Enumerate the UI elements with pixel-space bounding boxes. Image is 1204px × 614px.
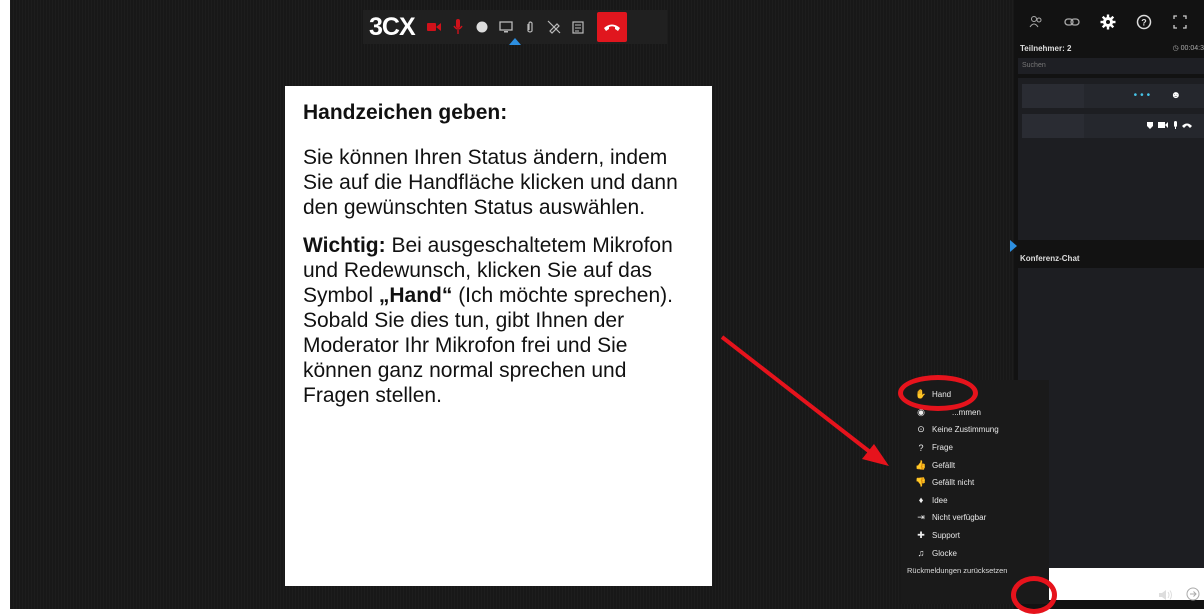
callout-paragraph-2: Wichtig: Bei ausgeschaltetem Mikrofon un… — [303, 233, 694, 408]
help-icon[interactable]: ? — [1128, 6, 1160, 38]
participant-name — [1022, 114, 1084, 138]
callout-important-label: Wichtig: — [303, 234, 386, 257]
leave-arrow-icon[interactable] — [1186, 587, 1200, 606]
pen-off-icon[interactable] — [543, 16, 565, 38]
side-panel-tabs: ? — [1014, 0, 1204, 44]
menu-item-label: Idee — [932, 495, 948, 505]
participants-count: Teilnehmer: 2 — [1020, 44, 1072, 53]
question-icon: ? — [918, 442, 924, 453]
volume-icon[interactable] — [1158, 588, 1174, 606]
menu-item-label: Rückmeldungen zurücksetzen — [907, 566, 1008, 576]
menu-item-label: Gefällt — [932, 460, 956, 470]
svg-text:?: ? — [1141, 18, 1147, 28]
more-icon[interactable]: ••• — [1134, 90, 1154, 101]
microphone-icon[interactable] — [447, 16, 469, 38]
attach-icon[interactable] — [519, 16, 541, 38]
participant-search-input[interactable]: Suchen — [1018, 58, 1204, 74]
callout-heading: Handzeichen geben: — [303, 101, 508, 124]
thumbs-up-icon: 👍 — [915, 459, 927, 470]
instruction-callout: Handzeichen geben: Sie können Ihren Stat… — [285, 86, 712, 586]
3cx-logo: 3CX — [369, 12, 416, 41]
menu-item-dislike[interactable]: 👎 Gefällt nicht — [901, 474, 1049, 492]
menu-item-support[interactable]: ✚ Support — [901, 527, 1049, 545]
support-icon: ✚ — [917, 530, 925, 541]
bulb-icon: ♦ — [918, 495, 924, 506]
feedback-menu: ✋ Hand ◉ ...mmen ⊙ Keine Zustimmung ? Frage … — [901, 380, 1049, 604]
highlight-ring-menu-hand — [898, 375, 978, 411]
callout-paragraph-1: Sie können Ihren Status ändern, indem Si… — [303, 146, 678, 219]
moderator-icon — [1147, 122, 1153, 129]
bell-icon: ♫ — [917, 548, 925, 559]
fullscreen-icon[interactable] — [1164, 6, 1196, 38]
menu-item-label: Glocke — [932, 548, 957, 558]
menu-item-no-agree[interactable]: ⊙ Keine Zustimmung — [901, 421, 1049, 439]
record-icon[interactable] — [471, 16, 493, 38]
menu-item-question[interactable]: ? Frage — [901, 439, 1049, 457]
participant-status-icons: ••• ☻ — [1134, 90, 1184, 101]
away-icon: ⇥ — [917, 512, 925, 523]
no-agree-icon: ⊙ — [917, 424, 925, 435]
highlight-ring-hand-button — [1011, 576, 1057, 614]
gear-icon[interactable] — [1092, 6, 1124, 38]
conference-timer: ◷ 00:04:3 — [1172, 45, 1204, 52]
menu-item-label: Keine Zustimmung — [932, 425, 999, 435]
thumbs-down-icon: 👎 — [915, 477, 927, 488]
menu-item-like[interactable]: 👍 Gefällt — [901, 456, 1049, 474]
toolbar-pointer — [509, 38, 521, 45]
menu-item-bell[interactable]: ♫ Glocke — [901, 544, 1049, 562]
chat-header: Konferenz-Chat — [1020, 254, 1080, 263]
participant-name — [1022, 84, 1084, 108]
participant-list: ••• ☻ — [1018, 78, 1204, 240]
hangup-button[interactable] — [596, 12, 627, 42]
menu-item-label: Support — [932, 531, 961, 541]
participant-row[interactable]: ••• ☻ — [1022, 84, 1204, 108]
participants-header: Teilnehmer: 2 ◷ 00:04:3 — [1014, 44, 1204, 58]
menu-item-label: Frage — [932, 443, 953, 453]
link-tab-icon[interactable] — [1056, 6, 1088, 38]
menu-item-idea[interactable]: ♦ Idee — [901, 492, 1049, 510]
person-icon: ☻ — [1170, 90, 1184, 101]
panel-splitter-handle[interactable] — [1010, 240, 1017, 252]
timer-value: 00:04:3 — [1180, 45, 1204, 52]
participant-status-icons — [1146, 120, 1196, 133]
menu-item-label: Nicht verfügbar — [932, 513, 987, 523]
participants-tab-icon[interactable] — [1020, 6, 1052, 38]
participant-row[interactable] — [1022, 114, 1204, 138]
hangup-icon — [603, 24, 620, 31]
menu-item-label: Gefällt nicht — [932, 478, 975, 488]
menu-item-away[interactable]: ⇥ Nicht verfügbar — [901, 509, 1049, 527]
screen-share-icon[interactable] — [495, 16, 517, 38]
callout-hand-label: „Hand“ — [378, 284, 453, 307]
whiteboard-icon[interactable] — [567, 16, 589, 38]
camera-icon[interactable] — [423, 16, 445, 38]
